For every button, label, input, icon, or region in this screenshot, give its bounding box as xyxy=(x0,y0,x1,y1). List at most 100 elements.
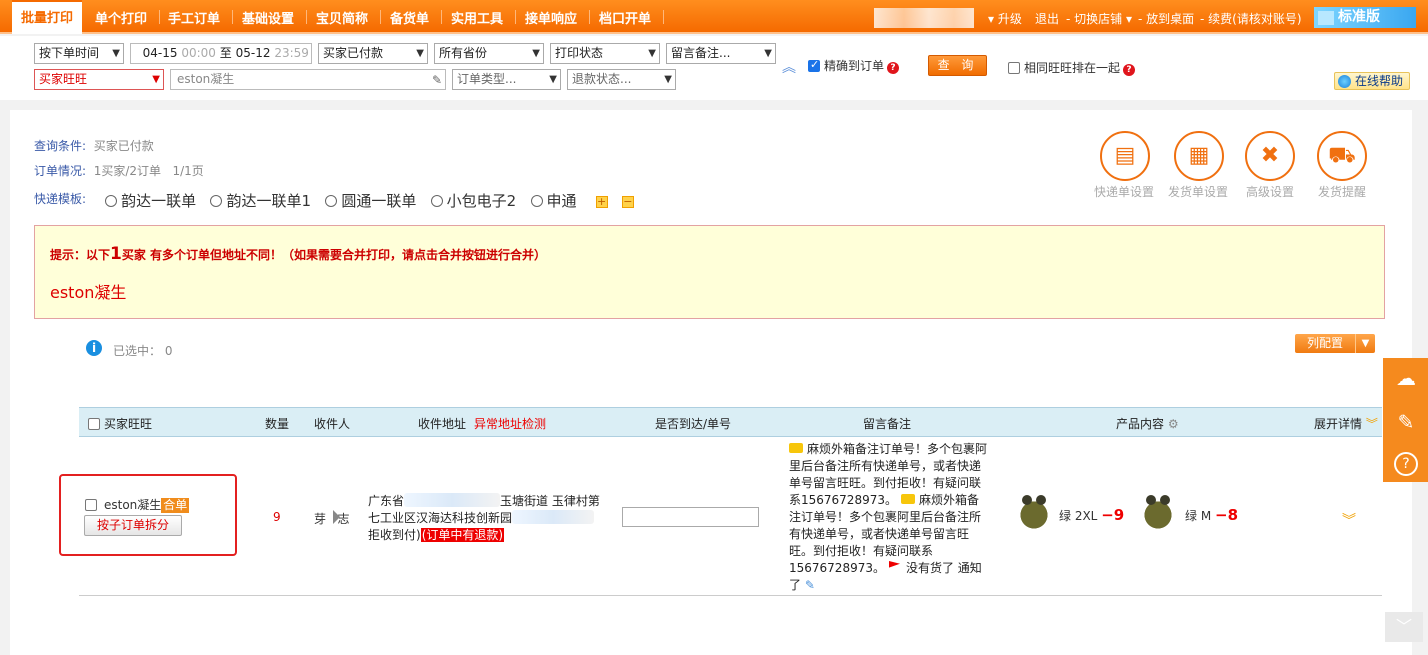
shipping-slip-settings-button[interactable]: ▦ xyxy=(1174,131,1224,181)
template-radio[interactable]: 小包电子2 xyxy=(430,192,516,210)
shipping-slip-icon: ▦ xyxy=(1188,143,1210,168)
date-range-input[interactable]: 04-15 00:00 至 05-12 23:59 xyxy=(130,43,312,64)
shipping-reminder-label[interactable]: 发货提醒 xyxy=(1318,183,1366,200)
logout-link[interactable]: 退出 xyxy=(1035,10,1059,27)
row-expand-icon[interactable]: ︾ xyxy=(1342,510,1356,530)
desktop-link[interactable]: - 放到桌面 xyxy=(1138,10,1194,27)
expand-all-toggle[interactable]: 展开详情 ︾ xyxy=(1314,415,1378,432)
online-help-button[interactable]: 在线帮助 xyxy=(1334,72,1410,90)
chevron-down-icon[interactable]: ▼ xyxy=(1355,334,1375,353)
order-status-select[interactable]: 买家已付款 ▼ xyxy=(318,43,428,64)
express-slip-icon: ▤ xyxy=(1114,143,1136,168)
remove-template-icon[interactable]: − xyxy=(621,196,634,208)
print-status-select[interactable]: 打印状态 ▼ xyxy=(550,43,660,64)
chevron-down-icon[interactable]: ︾ xyxy=(1366,417,1378,431)
order-summary: 订单情况: 1买家/2订单 1/1页 xyxy=(34,164,204,178)
tip-message: 提示：以下1买家 有多个订单但地址不同！（如果需要合并打印，请点击合并按钮进行合… xyxy=(50,244,547,264)
buyer-field-select[interactable]: 买家旺旺 ▼ xyxy=(34,69,164,90)
advanced-settings-button[interactable]: ✖ xyxy=(1245,131,1295,181)
checkbox-checked-icon[interactable] xyxy=(808,58,820,72)
receiver-expand-icon[interactable] xyxy=(333,510,340,524)
column-config-button[interactable]: 列配置 ▼ xyxy=(1295,334,1375,353)
renew-link[interactable]: - 续费(请核对账号) xyxy=(1200,10,1302,27)
same-buyer-checkbox[interactable]: 相同旺旺排在一起? xyxy=(1008,59,1136,76)
collapse-filters-icon[interactable]: ︽ xyxy=(782,57,796,77)
info-icon: i xyxy=(86,340,102,356)
shipping-reminder-button[interactable]: ⛟ xyxy=(1317,131,1367,181)
product-item: 绿 M −8 xyxy=(1185,506,1239,524)
radio-icon[interactable] xyxy=(105,195,118,207)
col-qty: 数量 xyxy=(265,417,290,431)
nav-tab-order-response[interactable]: 接单响应 xyxy=(525,8,577,27)
tip-buyer-link[interactable]: eston凝生 xyxy=(50,279,126,303)
radio-icon[interactable] xyxy=(530,195,543,207)
row-receiver: 芽 志 xyxy=(314,512,350,526)
split-order-button[interactable]: 按子订单拆分 xyxy=(84,515,182,536)
exact-order-checkbox[interactable]: 精确到订单? xyxy=(808,57,900,74)
shipping-slip-settings-label[interactable]: 发货单设置 xyxy=(1168,183,1228,200)
row-remark: 麻烦外箱备注订单号！多个包裹阿里后台备注所有快递单号，或者快递单号留言旺旺。到付… xyxy=(789,442,988,592)
col-address: 收件地址 xyxy=(418,417,467,431)
scroll-chevron-icon[interactable]: ﹀ xyxy=(1385,612,1423,642)
product-thumbnail[interactable] xyxy=(1014,493,1054,533)
help-globe-icon xyxy=(1338,75,1351,88)
nav-tab-stock-list[interactable]: 备货单 xyxy=(390,8,429,27)
nav-divider xyxy=(515,10,516,24)
sort-select[interactable]: 按下单时间 ▼ xyxy=(34,43,124,64)
row-checkbox[interactable]: eston凝生 合单 xyxy=(85,496,190,513)
edit-icon[interactable]: ✎ xyxy=(432,71,442,90)
query-button[interactable]: 查 询 xyxy=(928,55,987,76)
express-template-row: 快递模板: 韵达一联单 韵达一联单1 圆通一联单 小包电子2 申通 + − xyxy=(34,192,634,210)
advanced-settings-label[interactable]: 高级设置 xyxy=(1246,183,1294,200)
help-question-icon[interactable]: ? xyxy=(1123,64,1136,76)
nav-tab-batch-print[interactable]: 批量打印 xyxy=(12,0,82,34)
select-all-checkbox[interactable]: 买家旺旺 xyxy=(88,415,152,432)
buyer-search-input[interactable]: eston凝生 ✎ xyxy=(170,69,446,90)
template-radio[interactable]: 韵达一联单1 xyxy=(210,192,311,210)
tracking-number-input[interactable] xyxy=(622,507,759,527)
nav-tab-item-alias[interactable]: 宝贝简称 xyxy=(316,8,368,27)
help-question-icon[interactable]: ? xyxy=(887,62,900,74)
col-receiver: 收件人 xyxy=(314,417,351,431)
feedback-icon[interactable]: ✎ xyxy=(1394,410,1418,434)
address-check-link[interactable]: 异常地址检测 xyxy=(474,415,546,432)
help-icon[interactable]: ? xyxy=(1394,452,1418,476)
nav-tab-single-print[interactable]: 单个打印 xyxy=(95,8,147,27)
refund-tag: (订单中有退款) xyxy=(420,528,505,542)
nav-tab-manual-order[interactable]: 手工订单 xyxy=(168,8,220,27)
checkbox-icon[interactable] xyxy=(85,499,97,511)
nav-divider xyxy=(441,10,442,24)
nav-divider xyxy=(663,10,664,24)
refund-status-select[interactable]: 退款状态... ▼ xyxy=(567,69,676,90)
flag-icon xyxy=(888,561,900,568)
upgrade-link[interactable]: ▾ 升级 xyxy=(988,10,1022,27)
checkbox-icon[interactable] xyxy=(88,418,100,430)
row-address: 广东省 玉塘街道 玉律村第 七工业区汉海达科技创新园 拒收到付)(订单中有退款) xyxy=(368,493,600,542)
gear-icon[interactable]: ⚙ xyxy=(1168,417,1179,431)
template-radio[interactable]: 申通 xyxy=(530,192,577,210)
radio-icon[interactable] xyxy=(210,195,223,207)
nav-divider xyxy=(306,10,307,24)
template-radio[interactable]: 韵达一联单 xyxy=(105,192,196,210)
row-qty: 9 xyxy=(273,510,281,524)
nav-tab-basic-settings[interactable]: 基础设置 xyxy=(242,8,294,27)
selected-count: 已选中： 0 xyxy=(113,344,173,358)
order-type-select[interactable]: 订单类型... ▼ xyxy=(452,69,561,90)
radio-icon[interactable] xyxy=(325,195,338,207)
radio-icon[interactable] xyxy=(430,195,443,207)
pencil-icon[interactable]: ✎ xyxy=(805,578,815,592)
nav-tab-tools[interactable]: 实用工具 xyxy=(451,8,503,27)
switch-shop-link[interactable]: - 切换店铺 ▾ xyxy=(1066,10,1132,27)
add-template-icon[interactable]: + xyxy=(595,196,608,208)
province-select[interactable]: 所有省份 ▼ xyxy=(434,43,544,64)
chat-icon[interactable]: ☁ xyxy=(1394,366,1418,390)
express-slip-settings-label[interactable]: 快递单设置 xyxy=(1094,183,1154,200)
product-thumbnail[interactable] xyxy=(1138,493,1178,533)
template-radio[interactable]: 圆通一联单 xyxy=(325,192,416,210)
nav-divider xyxy=(232,10,233,24)
remark-select[interactable]: 留言备注... ▼ xyxy=(666,43,776,64)
nav-tab-stall-order[interactable]: 档口开单 xyxy=(599,8,651,27)
express-slip-settings-button[interactable]: ▤ xyxy=(1100,131,1150,181)
query-condition: 查询条件: 买家已付款 xyxy=(34,139,154,153)
checkbox-icon[interactable] xyxy=(1008,62,1020,74)
